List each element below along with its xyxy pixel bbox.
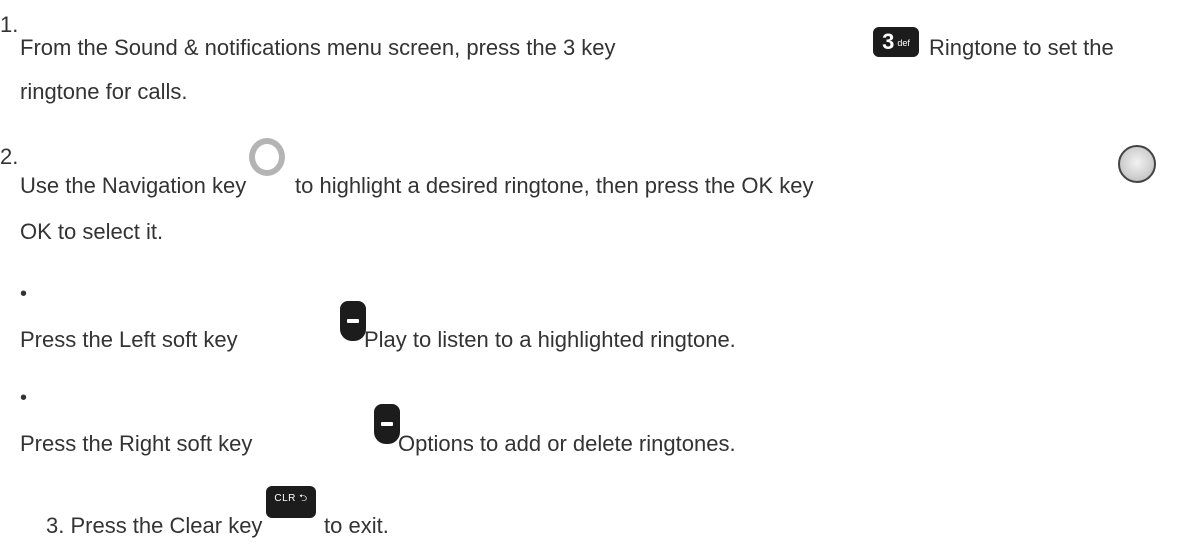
bullet-marker: • (20, 283, 28, 305)
step-1-text-line-2: ringtone for calls. (20, 79, 188, 104)
step-1-text-after-icon: Ringtone to set the (929, 35, 1114, 60)
step-2-text-before-icon: Use the Navigation key (20, 173, 247, 198)
step-2-text-middle: to highlight a desired ringtone, then pr… (295, 173, 814, 198)
navigation-key-icon (249, 138, 285, 176)
clear-key-icon: CLR ⮌ (266, 486, 316, 518)
bullet-marker: • (20, 387, 28, 409)
step-3-text-after-icon: to exit. (324, 513, 389, 538)
step-2-text-line-2: OK to select it. (20, 219, 164, 244)
right-soft-key-icon (374, 404, 400, 444)
left-soft-key-icon (340, 301, 366, 341)
ok-key-icon (1118, 145, 1156, 183)
key-3-icon: 3 def (873, 27, 919, 57)
step-number-1: 1. (0, 12, 19, 37)
soft-key-dash (347, 319, 359, 323)
soft-key-dash (381, 422, 393, 426)
bullet-1-text-after-icon: Play to listen to a highlighted ringtone… (364, 327, 736, 352)
step-number-2: 2. (0, 144, 19, 169)
key-3-letters: def (897, 37, 910, 48)
step-3-text-before-icon: 3. Press the Clear key (46, 513, 263, 538)
bullet-1-text-before-icon: Press the Left soft key (20, 327, 238, 352)
bullet-2-text-after-icon: Options to add or delete ringtones. (398, 431, 736, 456)
clear-key-label: CLR ⮌ (274, 493, 308, 504)
bullet-2-text-before-icon: Press the Right soft key (20, 431, 253, 456)
key-3-digit: 3 (882, 29, 895, 54)
step-1-text-before-icon: From the Sound & notifications menu scre… (20, 35, 616, 60)
